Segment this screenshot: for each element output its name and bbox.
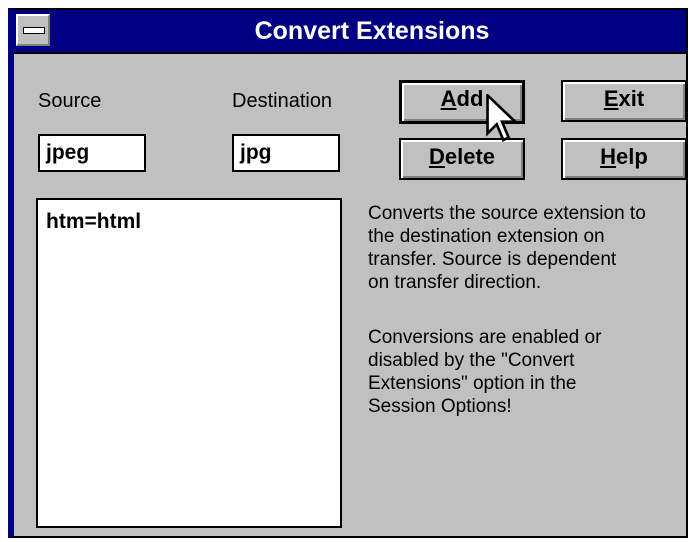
system-menu-button[interactable] (16, 14, 50, 46)
description-paragraph-1: Converts the source extension to the des… (368, 202, 646, 294)
source-extension-field[interactable]: jpeg (38, 134, 146, 172)
description-line: Session Options! (368, 396, 512, 417)
convert-extensions-window: Convert Extensions Source Destination jp… (8, 8, 688, 538)
window-title: Convert Extensions (254, 17, 490, 45)
delete-button-label: Delete (428, 144, 496, 169)
system-menu-icon (23, 27, 45, 34)
delete-button[interactable]: Delete (399, 138, 525, 180)
description-line: on transfer direction. (368, 272, 542, 293)
mouse-pointer-icon (486, 94, 519, 142)
conversion-list[interactable]: htm=html (36, 198, 342, 528)
description-line: Extensions" option in the (368, 373, 577, 394)
add-button-label: Add (440, 86, 484, 111)
exit-button-label: Exit (603, 86, 645, 111)
title-bar: Convert Extensions (14, 10, 686, 54)
destination-extension-field[interactable]: jpg (232, 134, 340, 172)
description-line: Converts the source extension to (368, 203, 646, 224)
description-line: the destination extension on (368, 226, 605, 247)
description-line: Conversions are enabled or (368, 327, 602, 348)
exit-button[interactable]: Exit (561, 80, 687, 122)
list-item[interactable]: htm=html (46, 210, 332, 234)
description-line: disabled by the "Convert (368, 350, 575, 371)
destination-label: Destination (232, 90, 333, 112)
source-label: Source (38, 90, 102, 112)
help-button[interactable]: Help (561, 138, 687, 180)
description-line: transfer. Source is dependent (368, 249, 617, 270)
help-button-label: Help (600, 144, 648, 169)
description-paragraph-2: Conversions are enabled or disabled by t… (368, 326, 601, 418)
